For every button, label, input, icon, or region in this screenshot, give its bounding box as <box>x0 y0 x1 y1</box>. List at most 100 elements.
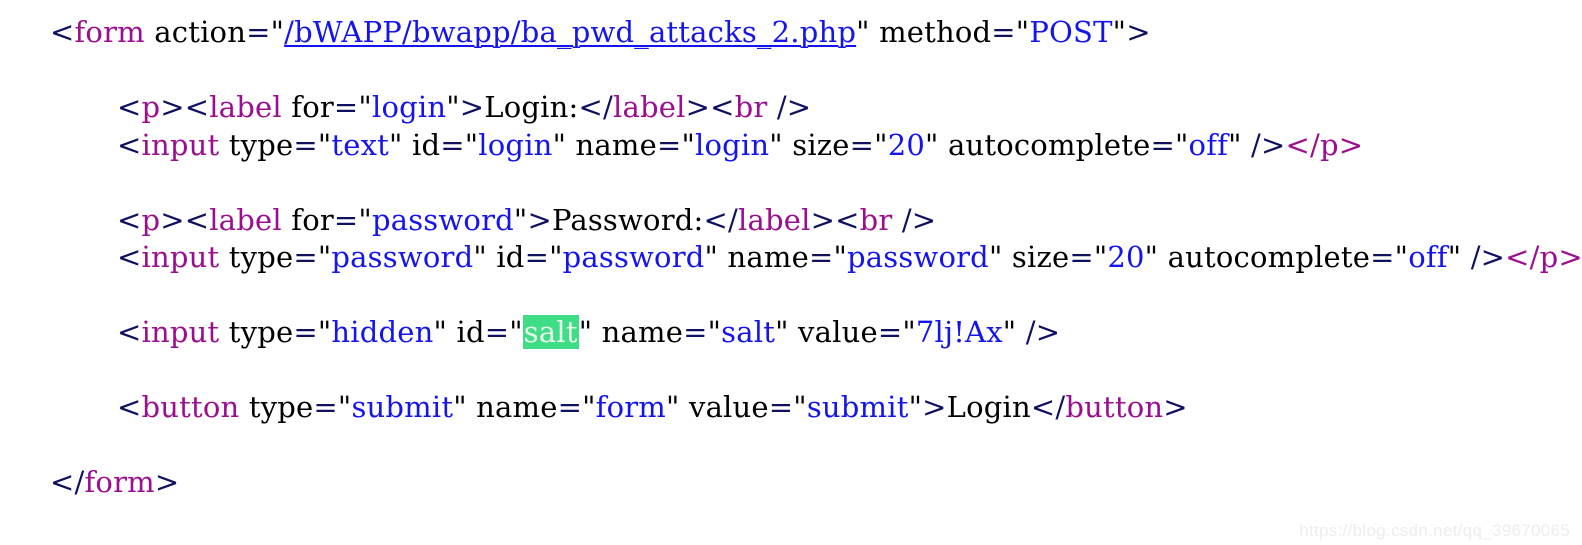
equals: = <box>293 315 318 349</box>
tag-name-form: form <box>74 15 145 49</box>
angle-bracket-close: > <box>160 90 185 124</box>
angle-bracket-open: < <box>710 90 735 124</box>
value-name-login: login <box>695 127 770 162</box>
quote-open: " <box>681 127 696 162</box>
self-close-input: /> <box>1025 315 1061 349</box>
action-url-link[interactable]: /bWAPP/bwapp/ba_pwd_attacks_2.php <box>284 15 856 49</box>
close-tag-end: > <box>685 90 711 124</box>
equals: = <box>246 15 271 49</box>
self-close-input: /> <box>1470 240 1506 274</box>
value-autocomplete-off: off <box>1408 240 1448 274</box>
value-id-login: login <box>478 127 553 162</box>
equals: = <box>849 127 875 162</box>
value-value-submit: submit <box>806 390 909 424</box>
self-close-br: /> <box>776 90 812 124</box>
angle-bracket-close: > <box>527 202 552 237</box>
quote-open: " <box>582 390 596 424</box>
close-tag-p: </p> <box>1285 127 1364 162</box>
quote-open: " <box>549 240 563 274</box>
attr-size: size <box>1011 240 1070 274</box>
text-button-login: Login <box>946 390 1031 424</box>
text-password-label: Password: <box>551 202 704 237</box>
attr-value: value <box>688 390 769 424</box>
code-line-blank-2 <box>0 164 1582 202</box>
quote-close: " <box>578 315 593 349</box>
angle-bracket-close: > <box>922 390 947 424</box>
watermark-url: https://blog.csdn.net/qq_39670065 <box>1299 521 1570 540</box>
attr-name: name <box>476 390 558 424</box>
html-source-view: <form action="/bWAPP/bwapp/ba_pwd_attack… <box>0 0 1582 545</box>
quote-open: " <box>464 127 479 162</box>
quote-close: " <box>1112 15 1127 49</box>
equals: = <box>1150 127 1175 162</box>
quote-open: " <box>902 315 916 349</box>
quote-open: " <box>317 315 332 349</box>
code-line-input-login: <input type="text" id="login" name="logi… <box>0 127 1582 165</box>
quote-close: " <box>473 240 487 274</box>
equals: = <box>991 15 1016 49</box>
code-line-label-password: <p><label for="password">Password:</labe… <box>0 202 1582 240</box>
self-close-br: /> <box>901 202 937 237</box>
attr-name: name <box>601 315 684 349</box>
quote-close: " <box>1144 240 1159 274</box>
attr-type: type <box>248 390 314 424</box>
quote-close: " <box>666 390 680 424</box>
angle-bracket-open: < <box>117 390 142 424</box>
quote-close: " <box>1447 240 1462 274</box>
angle-bracket-close: > <box>1126 15 1151 49</box>
tag-name-label: label <box>209 202 282 237</box>
angle-bracket-open: < <box>117 202 142 237</box>
attr-id: id <box>496 240 525 274</box>
self-close-input: /> <box>1251 127 1286 162</box>
tag-name-label-close: label <box>612 90 686 124</box>
angle-bracket-open: < <box>117 240 142 274</box>
angle-bracket-open: < <box>117 315 142 349</box>
quote-open: " <box>793 390 807 424</box>
equals: = <box>333 202 359 237</box>
equals: = <box>808 240 834 274</box>
value-name-salt: salt <box>721 315 776 349</box>
value-type-hidden: hidden <box>331 315 434 349</box>
attr-name: name <box>727 240 809 274</box>
value-size-20: 20 <box>887 127 926 162</box>
tag-name-label: label <box>209 90 282 124</box>
equals: = <box>293 127 318 162</box>
quote-close: " <box>769 127 783 162</box>
code-line-input-password: <input type="password" id="password" nam… <box>0 239 1582 277</box>
attr-type: type <box>228 315 294 349</box>
attr-for: for <box>291 202 334 237</box>
quote-open: " <box>1093 240 1108 274</box>
quote-open: " <box>358 90 372 124</box>
tag-name-p: p <box>141 90 161 124</box>
equals: = <box>440 127 465 162</box>
angle-bracket-open: < <box>117 127 142 162</box>
quote-open: " <box>358 202 372 237</box>
quote-close: " <box>513 202 528 237</box>
quote-close: " <box>908 390 923 424</box>
equals: = <box>484 315 510 349</box>
code-line-blank-1 <box>0 52 1582 90</box>
angle-bracket-open: < <box>184 202 210 237</box>
quote-open: " <box>317 240 332 274</box>
angle-bracket-open: < <box>117 90 142 124</box>
quote-close: " <box>704 240 719 274</box>
equals: = <box>524 240 550 274</box>
value-type-submit: submit <box>351 390 454 424</box>
code-line-button-submit: <button type="submit" name="form" value=… <box>0 389 1582 427</box>
quote-open: " <box>707 315 722 349</box>
search-highlight-salt[interactable]: salt <box>522 315 579 349</box>
close-tag-open: </ <box>1030 390 1066 424</box>
